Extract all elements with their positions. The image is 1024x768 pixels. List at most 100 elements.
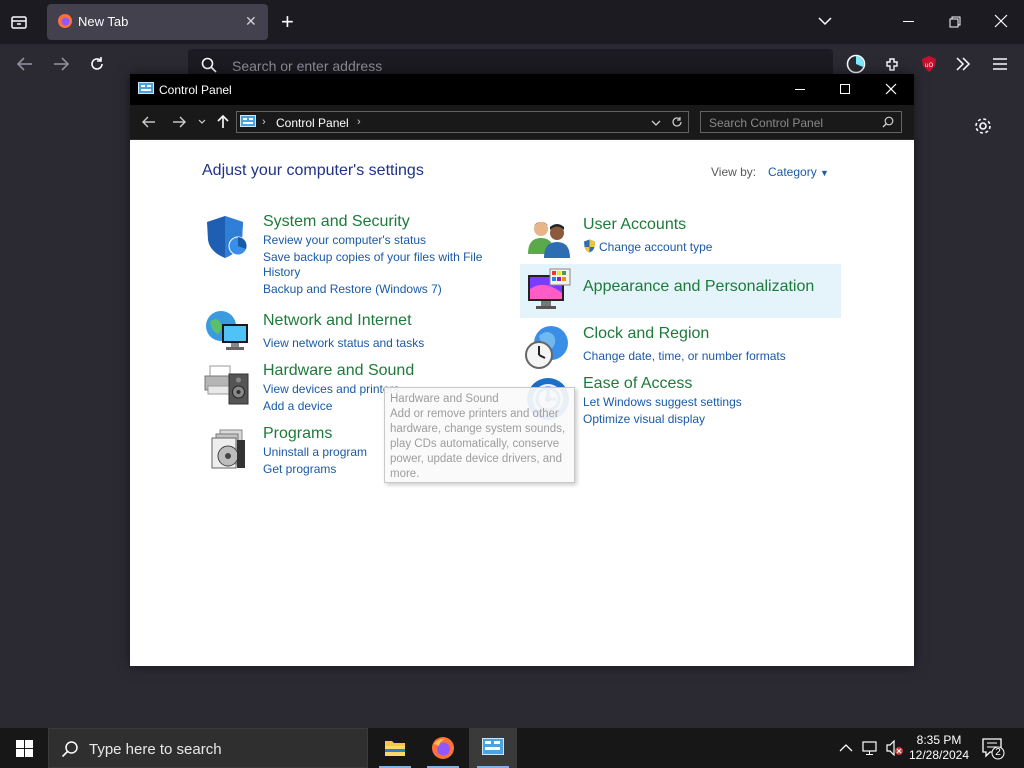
browser-tab-bar: New Tab ✕ + (0, 0, 1024, 44)
address-placeholder: Search or enter address (232, 58, 383, 74)
firefox-logo-icon (431, 736, 455, 760)
extensions-icon[interactable] (884, 55, 902, 73)
clock-time: 8:35 PM (916, 733, 962, 747)
clock-and-region-link[interactable]: Clock and Region (583, 325, 709, 343)
firefox-logo-icon (57, 13, 73, 29)
page-title: Adjust your computer's settings (202, 162, 424, 179)
shield-icon[interactable] (204, 214, 250, 260)
network-status-link[interactable]: View network status and tasks (263, 335, 424, 351)
users-icon[interactable] (526, 216, 572, 262)
new-tab-icon[interactable]: + (281, 9, 294, 35)
uninstall-program-link[interactable]: Uninstall a program (263, 444, 367, 460)
change-date-time-link[interactable]: Change date, time, or number formats (583, 348, 786, 364)
control-panel-icon (240, 115, 256, 129)
taskbar-search-placeholder: Type here to search (89, 741, 222, 758)
forward-icon[interactable] (52, 56, 70, 72)
reload-icon[interactable] (88, 55, 106, 73)
up-icon[interactable] (216, 114, 230, 129)
appearance-personalization-link[interactable]: Appearance and Personalization (583, 278, 814, 296)
minimize-icon[interactable] (903, 21, 914, 22)
control-panel-taskbar-button[interactable] (469, 728, 517, 768)
review-status-link[interactable]: Review your computer's status (263, 232, 426, 248)
window-title-bar[interactable]: Control Panel (130, 74, 914, 105)
list-all-tabs-icon[interactable] (818, 16, 832, 26)
system-clock[interactable]: 8:35 PM 12/28/2024 (908, 733, 970, 763)
back-icon[interactable] (142, 115, 156, 129)
search-icon (882, 116, 894, 128)
user-accounts-link[interactable]: User Accounts (583, 216, 686, 234)
address-dropdown-icon[interactable] (651, 120, 661, 127)
tooltip-title: Hardware and Sound (390, 393, 499, 405)
windows-suggest-settings-link[interactable]: Let Windows suggest settings (583, 394, 742, 410)
view-by-dropdown[interactable]: Category ▼ (768, 165, 829, 179)
more-tools-icon[interactable] (955, 56, 971, 72)
printer-speaker-icon[interactable] (204, 362, 250, 408)
control-panel-icon (482, 738, 504, 758)
notification-count: 2 (995, 747, 1001, 758)
browser-tab[interactable]: New Tab ✕ (47, 4, 268, 40)
file-history-link[interactable]: Save backup copies of your files with Fi… (263, 249, 482, 265)
clock-date: 12/28/2024 (908, 748, 970, 762)
uac-shield-icon (583, 239, 596, 253)
tab-title: New Tab (78, 14, 129, 29)
add-device-link[interactable]: Add a device (263, 398, 332, 414)
breadcrumb-chevron-icon[interactable]: › (262, 116, 266, 128)
taskbar-search-box[interactable]: Type here to search (48, 728, 368, 768)
search-icon (201, 57, 217, 73)
window-title: Control Panel (159, 83, 232, 97)
programs-link[interactable]: Programs (263, 425, 332, 443)
optimize-visual-display-link[interactable]: Optimize visual display (583, 411, 705, 427)
control-panel-window: Control Panel › Control Panel › Search C… (130, 74, 914, 666)
network-globe-icon[interactable] (204, 308, 250, 354)
tab-list-icon[interactable] (10, 13, 28, 31)
devices-printers-link[interactable]: View devices and printers (263, 381, 400, 397)
hardware-and-sound-link[interactable]: Hardware and Sound (263, 362, 414, 380)
ublock-origin-icon[interactable]: uO (920, 55, 938, 73)
tooltip: Hardware and Sound Add or remove printer… (384, 387, 575, 483)
firefox-taskbar-button[interactable] (419, 728, 467, 768)
backup-restore-link[interactable]: Backup and Restore (Windows 7) (263, 281, 442, 297)
search-placeholder: Search Control Panel (709, 116, 824, 130)
get-programs-link[interactable]: Get programs (263, 461, 336, 477)
recent-locations-icon[interactable] (198, 119, 206, 125)
taskbar: Type here to search 8:35 PM 12/28/2024 2 (0, 728, 1024, 768)
maximize-icon[interactable] (840, 84, 850, 94)
gear-icon[interactable] (973, 116, 993, 136)
close-tab-icon[interactable]: ✕ (245, 13, 257, 30)
restore-icon[interactable] (949, 16, 961, 28)
back-icon[interactable] (16, 56, 34, 72)
firefox-view-icon[interactable] (846, 54, 866, 74)
search-field[interactable]: Search Control Panel (700, 111, 902, 133)
folder-icon (384, 738, 406, 758)
change-account-type-link[interactable]: Change account type (599, 239, 712, 255)
network-and-internet-link[interactable]: Network and Internet (263, 312, 412, 330)
notification-center-icon[interactable]: 2 (982, 738, 1006, 760)
clock-globe-icon[interactable] (524, 324, 570, 370)
close-icon[interactable] (885, 83, 897, 95)
control-panel-icon (138, 82, 154, 96)
programs-disc-icon[interactable] (206, 426, 252, 472)
address-field[interactable]: › Control Panel › (236, 111, 689, 133)
close-window-icon[interactable] (994, 14, 1008, 28)
view-by-value: Category (768, 165, 817, 179)
system-and-security-link[interactable]: System and Security (263, 213, 410, 231)
volume-muted-icon[interactable] (886, 740, 904, 756)
svg-text:uO: uO (925, 62, 934, 69)
file-history-link-cont[interactable]: History (263, 264, 300, 280)
breadcrumb-chevron-icon[interactable]: › (357, 116, 361, 128)
file-explorer-taskbar-button[interactable] (371, 728, 419, 768)
view-by-label: View by: (711, 165, 757, 179)
dropdown-arrow-icon: ▼ (820, 168, 829, 178)
ease-of-access-link[interactable]: Ease of Access (583, 375, 692, 393)
minimize-icon[interactable] (795, 89, 805, 90)
breadcrumb[interactable]: Control Panel (276, 116, 349, 130)
show-hidden-icons-icon[interactable] (839, 743, 853, 752)
network-status-icon[interactable] (862, 740, 880, 756)
windows-start-icon[interactable] (16, 740, 33, 757)
hamburger-menu-icon[interactable] (992, 57, 1008, 71)
explorer-address-bar: › Control Panel › Search Control Panel (130, 105, 914, 140)
monitor-palette-icon[interactable] (526, 267, 572, 313)
forward-icon[interactable] (172, 115, 186, 129)
refresh-icon[interactable] (671, 116, 683, 128)
tooltip-body: Add or remove printers and other hardwar… (390, 408, 566, 480)
